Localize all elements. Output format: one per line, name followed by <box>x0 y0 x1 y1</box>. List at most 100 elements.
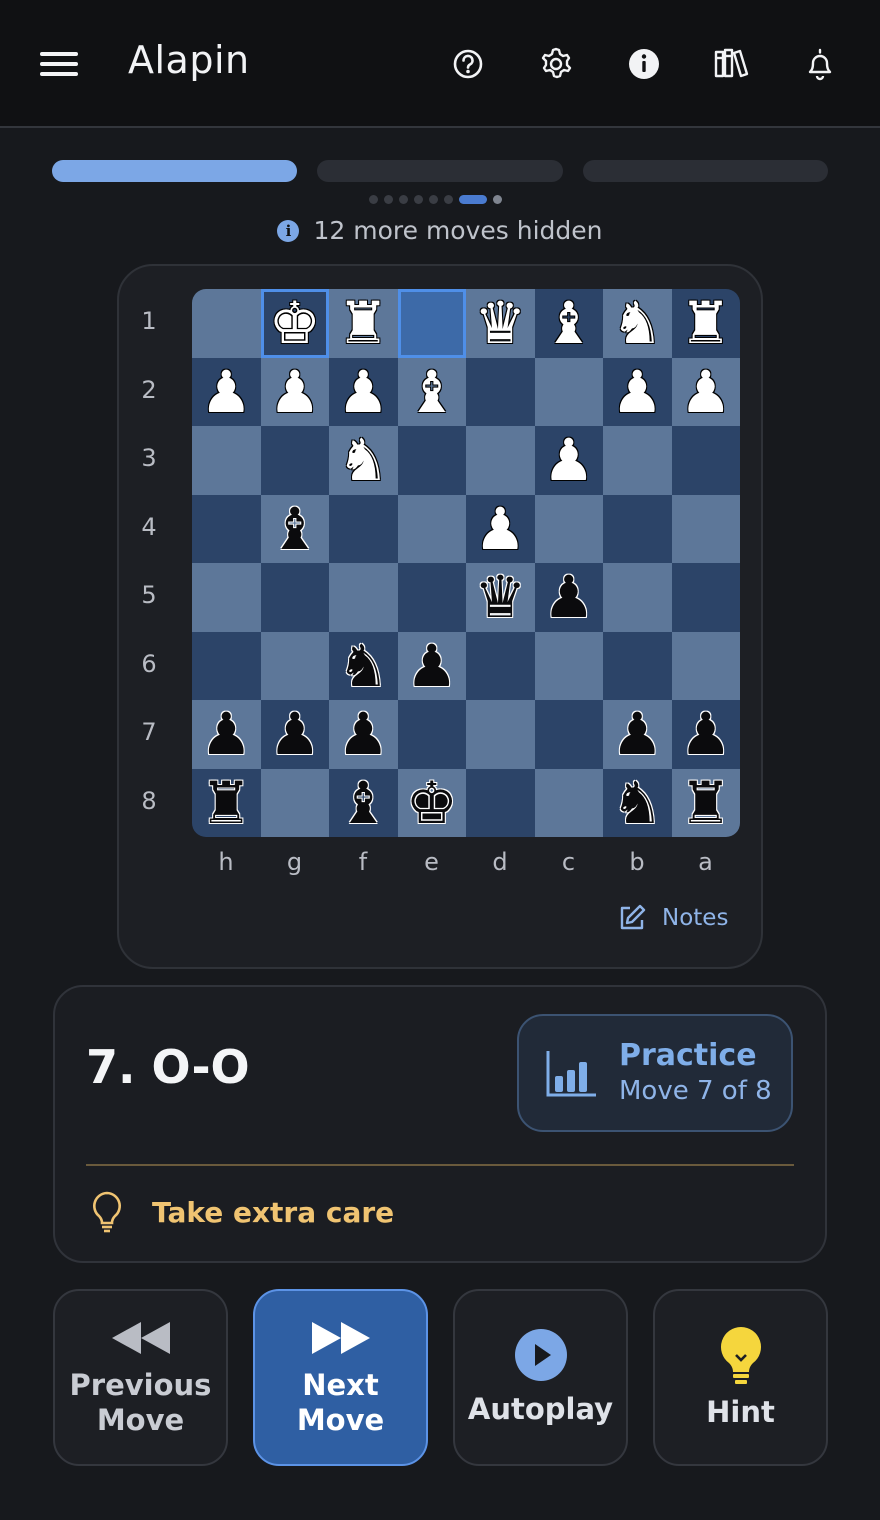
square-h8[interactable]: ♜ <box>192 768 261 837</box>
white-pawn-icon[interactable]: ♟ <box>337 363 389 421</box>
white-pawn-icon[interactable]: ♟ <box>269 363 321 421</box>
square-f4[interactable] <box>329 494 398 563</box>
square-f1[interactable]: ♜ <box>329 289 398 358</box>
black-pawn-icon[interactable]: ♟ <box>543 568 595 626</box>
square-e3[interactable] <box>397 426 466 495</box>
square-a5[interactable] <box>671 563 740 632</box>
square-h2[interactable]: ♟ <box>192 357 261 426</box>
autoplay-button[interactable]: Autoplay <box>453 1289 628 1466</box>
gear-icon[interactable] <box>536 44 576 84</box>
square-c3[interactable]: ♟ <box>534 426 603 495</box>
square-d7[interactable] <box>466 700 535 769</box>
white-pawn-icon[interactable]: ♟ <box>474 500 526 558</box>
black-pawn-icon[interactable]: ♟ <box>611 705 663 763</box>
square-e1[interactable] <box>397 289 466 358</box>
square-a8[interactable]: ♜ <box>671 768 740 837</box>
square-b4[interactable] <box>603 494 672 563</box>
square-d4[interactable]: ♟ <box>466 494 535 563</box>
white-knight-icon[interactable]: ♞ <box>337 431 389 489</box>
square-f6[interactable]: ♞ <box>329 631 398 700</box>
square-a7[interactable]: ♟ <box>671 700 740 769</box>
white-king-icon[interactable]: ♚ <box>269 294 321 352</box>
square-d2[interactable] <box>466 357 535 426</box>
square-b5[interactable] <box>603 563 672 632</box>
square-f7[interactable]: ♟ <box>329 700 398 769</box>
square-b8[interactable]: ♞ <box>603 768 672 837</box>
square-a3[interactable] <box>671 426 740 495</box>
black-knight-icon[interactable]: ♞ <box>337 637 389 695</box>
white-queen-icon[interactable]: ♛ <box>474 294 526 352</box>
white-bishop-icon[interactable]: ♝ <box>406 363 458 421</box>
black-bishop-icon[interactable]: ♝ <box>337 774 389 832</box>
square-b2[interactable]: ♟ <box>603 357 672 426</box>
square-g4[interactable]: ♝ <box>260 494 329 563</box>
square-b7[interactable]: ♟ <box>603 700 672 769</box>
practice-badge[interactable]: Practice Move 7 of 8 <box>517 1014 793 1132</box>
square-h7[interactable]: ♟ <box>192 700 261 769</box>
hint-button[interactable]: Hint <box>653 1289 828 1466</box>
square-f5[interactable] <box>329 563 398 632</box>
black-queen-icon[interactable]: ♛ <box>474 568 526 626</box>
square-g5[interactable] <box>260 563 329 632</box>
square-h1[interactable] <box>192 289 261 358</box>
square-c4[interactable] <box>534 494 603 563</box>
square-c6[interactable] <box>534 631 603 700</box>
square-h4[interactable] <box>192 494 261 563</box>
black-king-icon[interactable]: ♚ <box>406 774 458 832</box>
square-e2[interactable]: ♝ <box>397 357 466 426</box>
black-pawn-icon[interactable]: ♟ <box>269 705 321 763</box>
square-a4[interactable] <box>671 494 740 563</box>
square-h5[interactable] <box>192 563 261 632</box>
square-e4[interactable] <box>397 494 466 563</box>
white-pawn-icon[interactable]: ♟ <box>200 363 252 421</box>
white-bishop-icon[interactable]: ♝ <box>543 294 595 352</box>
square-f2[interactable]: ♟ <box>329 357 398 426</box>
black-bishop-icon[interactable]: ♝ <box>269 500 321 558</box>
black-pawn-icon[interactable]: ♟ <box>200 705 252 763</box>
square-a2[interactable]: ♟ <box>671 357 740 426</box>
black-rook-icon[interactable]: ♜ <box>200 774 252 832</box>
black-pawn-icon[interactable]: ♟ <box>406 637 458 695</box>
square-h6[interactable] <box>192 631 261 700</box>
black-knight-icon[interactable]: ♞ <box>611 774 663 832</box>
square-e8[interactable]: ♚ <box>397 768 466 837</box>
square-d5[interactable]: ♛ <box>466 563 535 632</box>
square-c7[interactable] <box>534 700 603 769</box>
square-f3[interactable]: ♞ <box>329 426 398 495</box>
square-g1[interactable]: ♚ <box>260 289 329 358</box>
black-pawn-icon[interactable]: ♟ <box>337 705 389 763</box>
square-f8[interactable]: ♝ <box>329 768 398 837</box>
white-knight-icon[interactable]: ♞ <box>611 294 663 352</box>
square-b3[interactable] <box>603 426 672 495</box>
square-g2[interactable]: ♟ <box>260 357 329 426</box>
square-d8[interactable] <box>466 768 535 837</box>
square-c5[interactable]: ♟ <box>534 563 603 632</box>
square-c8[interactable] <box>534 768 603 837</box>
bell-icon[interactable] <box>800 44 840 84</box>
square-d1[interactable]: ♛ <box>466 289 535 358</box>
square-g8[interactable] <box>260 768 329 837</box>
square-b1[interactable]: ♞ <box>603 289 672 358</box>
square-e6[interactable]: ♟ <box>397 631 466 700</box>
square-d3[interactable] <box>466 426 535 495</box>
square-c1[interactable]: ♝ <box>534 289 603 358</box>
info-icon[interactable] <box>624 44 664 84</box>
chess-board[interactable]: ♚ ♜ ♛ ♝ ♞ ♜ ♟ ♟ ♟ ♝ ♟ ♟ ♞ ♟ ♝ ♟ ♛ ♟ ♞ ♟ ♟ ♟ ♟ ♟ ♟ ♜ ♝ ♚ ♞ ♜ <box>192 289 740 837</box>
menu-icon[interactable] <box>40 50 80 78</box>
notes-button[interactable]: Notes <box>616 902 728 934</box>
square-h3[interactable] <box>192 426 261 495</box>
black-pawn-icon[interactable]: ♟ <box>680 705 732 763</box>
square-e5[interactable] <box>397 563 466 632</box>
white-pawn-icon[interactable]: ♟ <box>611 363 663 421</box>
square-c2[interactable] <box>534 357 603 426</box>
square-d6[interactable] <box>466 631 535 700</box>
white-pawn-icon[interactable]: ♟ <box>543 431 595 489</box>
square-g7[interactable]: ♟ <box>260 700 329 769</box>
next-move-button[interactable]: Next Move <box>253 1289 428 1466</box>
black-rook-icon[interactable]: ♜ <box>680 774 732 832</box>
library-icon[interactable] <box>712 44 752 84</box>
square-b6[interactable] <box>603 631 672 700</box>
square-g3[interactable] <box>260 426 329 495</box>
square-a6[interactable] <box>671 631 740 700</box>
help-icon[interactable] <box>448 44 488 84</box>
